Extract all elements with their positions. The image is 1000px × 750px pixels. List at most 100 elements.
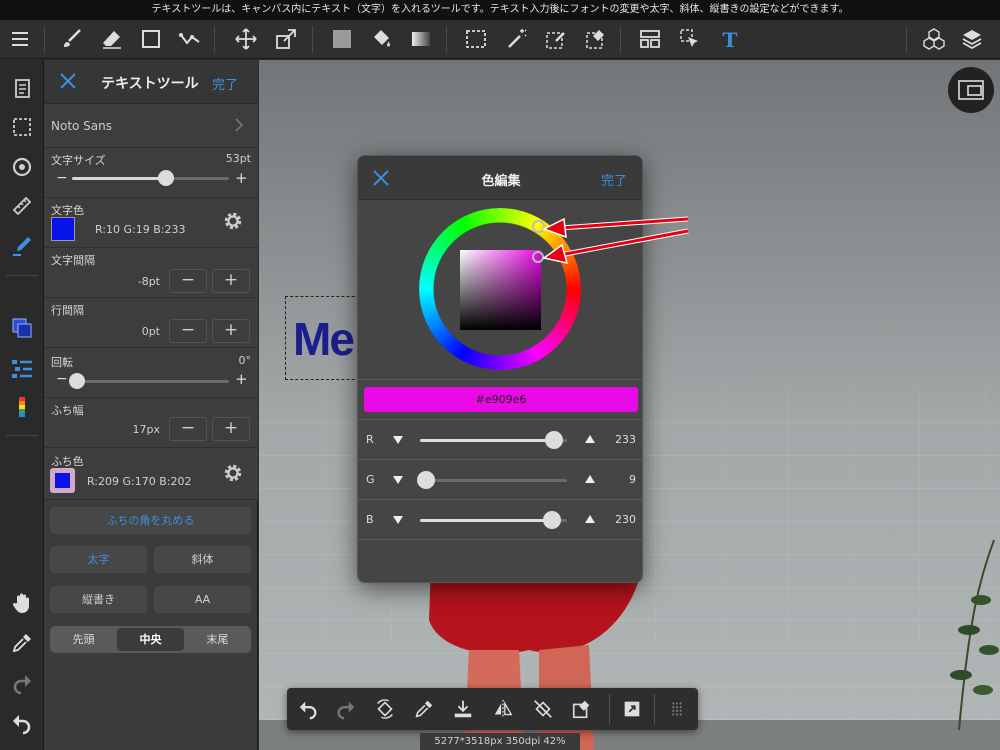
svg-text:T: T	[723, 28, 738, 51]
save-icon[interactable]	[450, 696, 476, 722]
stroke-width-row: ふち幅 17px − +	[44, 398, 258, 448]
round-corners-button[interactable]: ふちの角を丸める	[50, 507, 251, 534]
layers-icon[interactable]	[958, 25, 986, 53]
decrease-icon[interactable]: −	[56, 170, 68, 186]
selection-icon[interactable]	[6, 111, 38, 143]
rotation-value: 0°	[238, 354, 252, 367]
rotation-slider-knob[interactable]	[69, 373, 85, 389]
eyedropper-icon[interactable]	[411, 696, 437, 722]
stroke-width-decrease-button[interactable]: −	[169, 417, 207, 441]
fill-color-icon[interactable]	[328, 25, 356, 53]
green-value: 9	[629, 473, 636, 486]
gear-icon[interactable]	[222, 210, 244, 232]
text-tool-icon[interactable]: T	[716, 25, 744, 53]
green-slider[interactable]	[420, 479, 567, 482]
line-spacing-increase-button[interactable]: +	[212, 319, 250, 343]
select-tool-icon[interactable]	[462, 25, 490, 53]
red-slider-fill	[420, 439, 554, 442]
dialog-header: 色編集 完了	[358, 156, 642, 200]
layout-tool-icon[interactable]	[636, 25, 664, 53]
letter-spacing-label: 文字間隔	[51, 254, 95, 267]
hex-color-field[interactable]: #e909e6	[364, 387, 638, 412]
decrease-icon[interactable]: −	[56, 371, 68, 387]
green-increase-icon[interactable]	[585, 475, 595, 483]
menu-icon[interactable]	[6, 25, 34, 53]
line-spacing-decrease-button[interactable]: −	[169, 319, 207, 343]
red-increase-icon[interactable]	[585, 435, 595, 443]
red-decrease-icon[interactable]	[393, 436, 403, 444]
stroke-width-value: 17px	[132, 423, 161, 436]
blue-decrease-icon[interactable]	[393, 516, 403, 524]
shape-tool-icon[interactable]	[137, 25, 165, 53]
rotate-view-icon[interactable]	[372, 696, 398, 722]
line-tool-icon[interactable]	[176, 25, 204, 53]
clear-layer-icon[interactable]	[569, 696, 595, 722]
gradient-tool-icon[interactable]	[407, 25, 435, 53]
increase-icon[interactable]: +	[235, 370, 248, 388]
canvas-text-preview[interactable]: Me	[293, 312, 355, 366]
rail-divider	[6, 275, 38, 276]
gear-icon[interactable]	[222, 462, 244, 484]
increase-icon[interactable]: +	[235, 169, 248, 187]
red-value: 233	[615, 433, 636, 446]
ruler-icon[interactable]	[6, 190, 38, 222]
layer-list-icon[interactable]	[6, 352, 38, 384]
rotate-canvas-icon[interactable]	[6, 151, 38, 183]
font-name: Noto Sans	[51, 119, 113, 133]
flip-horizontal-icon[interactable]	[490, 696, 516, 722]
blue-slider-knob[interactable]	[543, 511, 562, 529]
font-size-slider-knob[interactable]	[158, 170, 175, 186]
materials-icon[interactable]	[920, 25, 948, 53]
dialog-done-button[interactable]: 完了	[601, 170, 627, 189]
move-tool-icon[interactable]	[232, 25, 260, 53]
fullscreen-icon[interactable]	[619, 696, 645, 722]
antialias-button[interactable]: AA	[154, 586, 251, 613]
magic-wand-icon[interactable]	[503, 25, 531, 53]
grip-icon[interactable]	[664, 696, 690, 722]
redo-icon[interactable]	[333, 696, 359, 722]
align-start-button[interactable]: 先頭	[50, 626, 117, 653]
hand-tool-icon[interactable]	[6, 587, 38, 619]
letter-spacing-value: -8pt	[137, 275, 160, 288]
eyedropper-icon[interactable]	[6, 627, 38, 659]
pen-settings-icon[interactable]	[6, 230, 38, 262]
bucket-tool-icon[interactable]	[367, 25, 395, 53]
text-color-swatch[interactable]	[51, 217, 75, 241]
close-icon[interactable]	[58, 71, 78, 91]
select-eraser-icon[interactable]	[582, 25, 610, 53]
toolbar-divider	[906, 26, 907, 53]
color-palette-icon[interactable]	[6, 391, 38, 423]
reset-rotation-icon[interactable]	[530, 696, 556, 722]
stroke-color-swatch[interactable]	[50, 468, 75, 493]
redo-icon[interactable]	[6, 667, 38, 699]
letter-spacing-increase-button[interactable]: +	[212, 269, 250, 293]
top-toolbar: T	[0, 20, 1000, 59]
green-slider-knob[interactable]	[416, 471, 435, 489]
red-slider-knob[interactable]	[544, 431, 563, 449]
font-selector[interactable]: Noto Sans	[44, 104, 258, 148]
green-decrease-icon[interactable]	[393, 476, 403, 484]
vertical-text-button[interactable]: 縦書き	[50, 586, 147, 613]
rotation-row: 回転 0° − +	[44, 348, 258, 398]
align-center-button[interactable]: 中央	[117, 628, 184, 651]
rotation-slider[interactable]	[72, 380, 229, 383]
bold-button[interactable]: 太字	[50, 546, 147, 573]
select-pen-icon[interactable]	[542, 25, 570, 53]
saturation-value-square[interactable]	[460, 250, 541, 330]
undo-icon[interactable]	[295, 696, 321, 722]
navigator-button[interactable]	[948, 67, 994, 113]
transform-tool-icon[interactable]	[272, 25, 300, 53]
eraser-tool-icon[interactable]	[98, 25, 126, 53]
color-swap-icon[interactable]	[6, 312, 38, 344]
align-end-button[interactable]: 末尾	[184, 626, 251, 653]
letter-spacing-decrease-button[interactable]: −	[169, 269, 207, 293]
blue-increase-icon[interactable]	[585, 515, 595, 523]
italic-button[interactable]: 斜体	[154, 546, 251, 573]
done-button[interactable]: 完了	[212, 74, 238, 93]
document-icon[interactable]	[6, 73, 38, 105]
brush-tool-icon[interactable]	[58, 25, 86, 53]
green-slider-row: G 9	[358, 459, 642, 499]
operation-tool-icon[interactable]	[676, 25, 704, 53]
undo-icon[interactable]	[6, 707, 38, 739]
stroke-width-increase-button[interactable]: +	[212, 417, 250, 441]
